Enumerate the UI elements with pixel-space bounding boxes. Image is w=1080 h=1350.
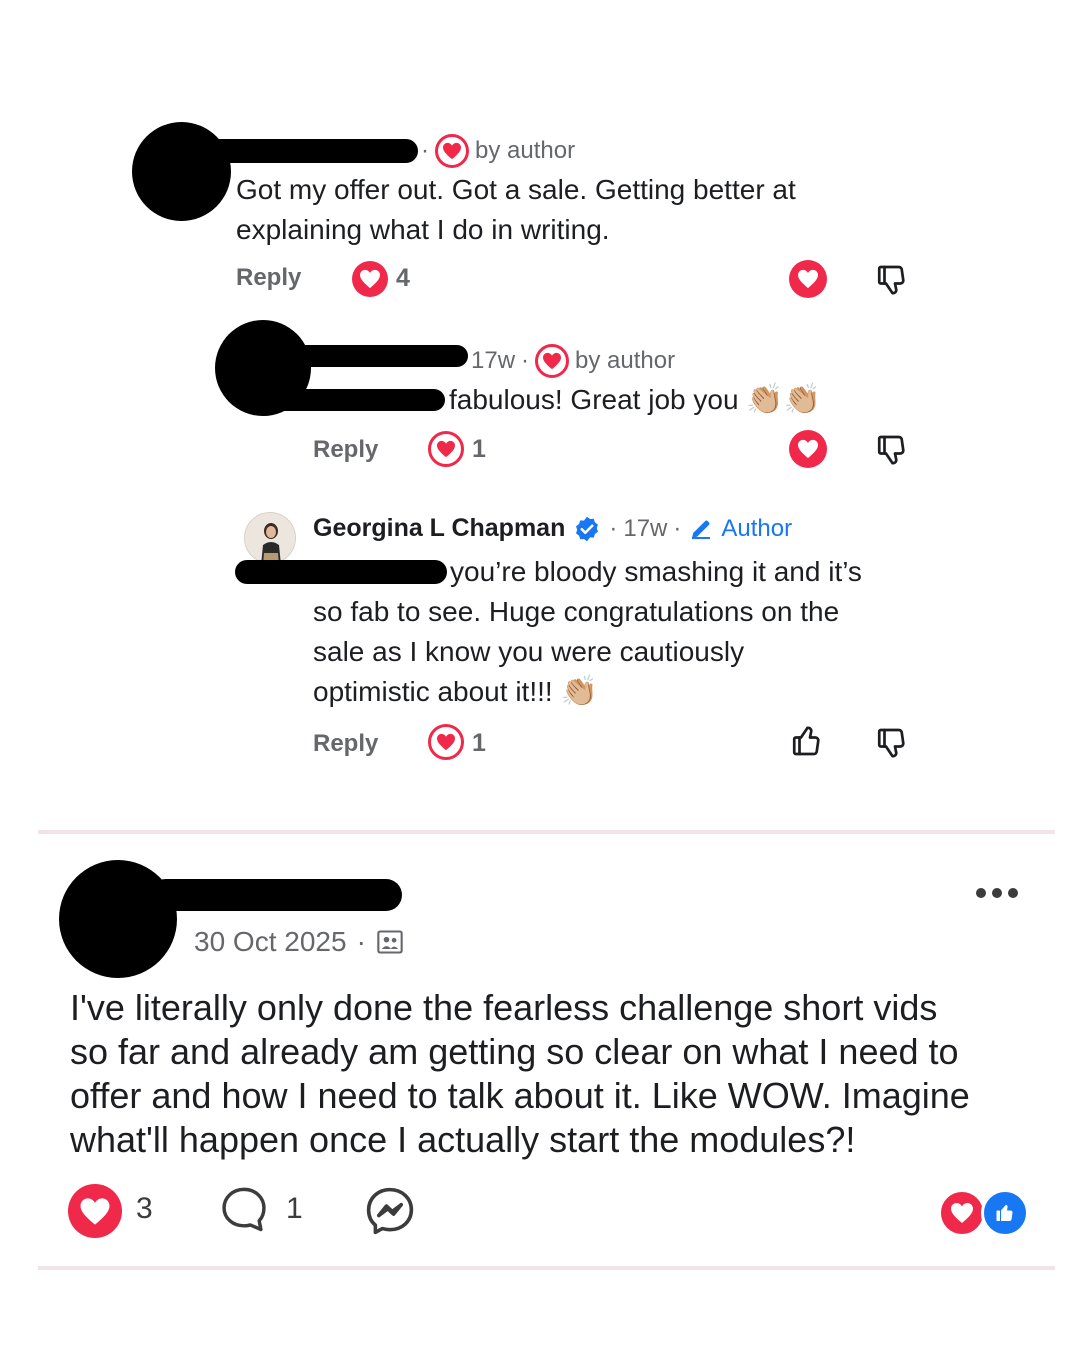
comment-meta: 17w · by author	[471, 344, 675, 378]
avatar-redacted	[132, 122, 231, 221]
comment-meta: · by author	[421, 134, 575, 168]
reply-button[interactable]: Reply	[236, 264, 301, 292]
reaction-count: 3	[136, 1192, 153, 1225]
comment-icon[interactable]	[218, 1184, 270, 1236]
name-redaction	[150, 879, 402, 911]
comment-time: 17w	[471, 347, 516, 374]
reaction-count: 4	[396, 264, 410, 292]
comment-text: you’re bloody smashing it and it’s so fa…	[313, 556, 862, 708]
reaction-count: 1	[472, 435, 486, 463]
comment-text: fabulous! Great job you 👏🏼👏🏼	[449, 383, 822, 416]
pencil-icon	[689, 517, 713, 541]
clap-emoji: 👏🏼👏🏼	[746, 383, 822, 416]
reaction-count: 1	[472, 729, 486, 757]
comment-text: Got my offer out. Got a sale. Getting be…	[236, 174, 796, 245]
messenger-icon[interactable]	[363, 1184, 417, 1238]
comment-count: 1	[286, 1192, 303, 1225]
name-redaction	[290, 345, 468, 367]
like-icon[interactable]	[789, 723, 825, 761]
comment-header: Georgina L Chapman · 17w · Author	[313, 514, 793, 543]
avatar-redacted	[59, 860, 177, 978]
like-reaction-icon	[981, 1189, 1029, 1237]
more-icon[interactable]	[976, 886, 1020, 900]
section-divider	[38, 1266, 1055, 1270]
heart-icon	[428, 724, 464, 760]
group-icon	[376, 928, 404, 956]
reply-button[interactable]: Reply	[313, 436, 378, 464]
heart-react-button[interactable]	[789, 430, 827, 468]
clap-emoji: 👏🏼	[560, 675, 598, 708]
by-author-label: by author	[575, 347, 676, 374]
author-badge: Author	[721, 514, 793, 542]
reply-button[interactable]: Reply	[313, 730, 378, 758]
avatar[interactable]	[244, 512, 296, 564]
section-divider	[38, 830, 1055, 834]
by-author-label: by author	[475, 137, 576, 164]
name-redaction	[200, 139, 418, 163]
dislike-icon[interactable]	[874, 430, 910, 468]
heart-icon	[435, 134, 469, 168]
dislike-icon[interactable]	[874, 723, 910, 761]
comment-time: 17w	[623, 514, 668, 542]
heart-icon	[938, 1189, 986, 1237]
heart-react-button[interactable]	[789, 260, 827, 298]
verified-icon	[573, 515, 601, 543]
post-meta: 30 Oct 2025 ·	[194, 926, 404, 958]
dislike-icon[interactable]	[874, 260, 910, 298]
heart-icon	[352, 261, 388, 297]
heart-icon	[535, 344, 570, 378]
post-date: 30 Oct 2025	[194, 926, 347, 957]
mention-redaction	[235, 389, 445, 411]
heart-react-button[interactable]	[68, 1184, 122, 1238]
author-name[interactable]: Georgina L Chapman	[313, 514, 565, 543]
heart-icon	[428, 431, 464, 467]
post-text: I've literally only done the fearless ch…	[70, 987, 970, 1160]
